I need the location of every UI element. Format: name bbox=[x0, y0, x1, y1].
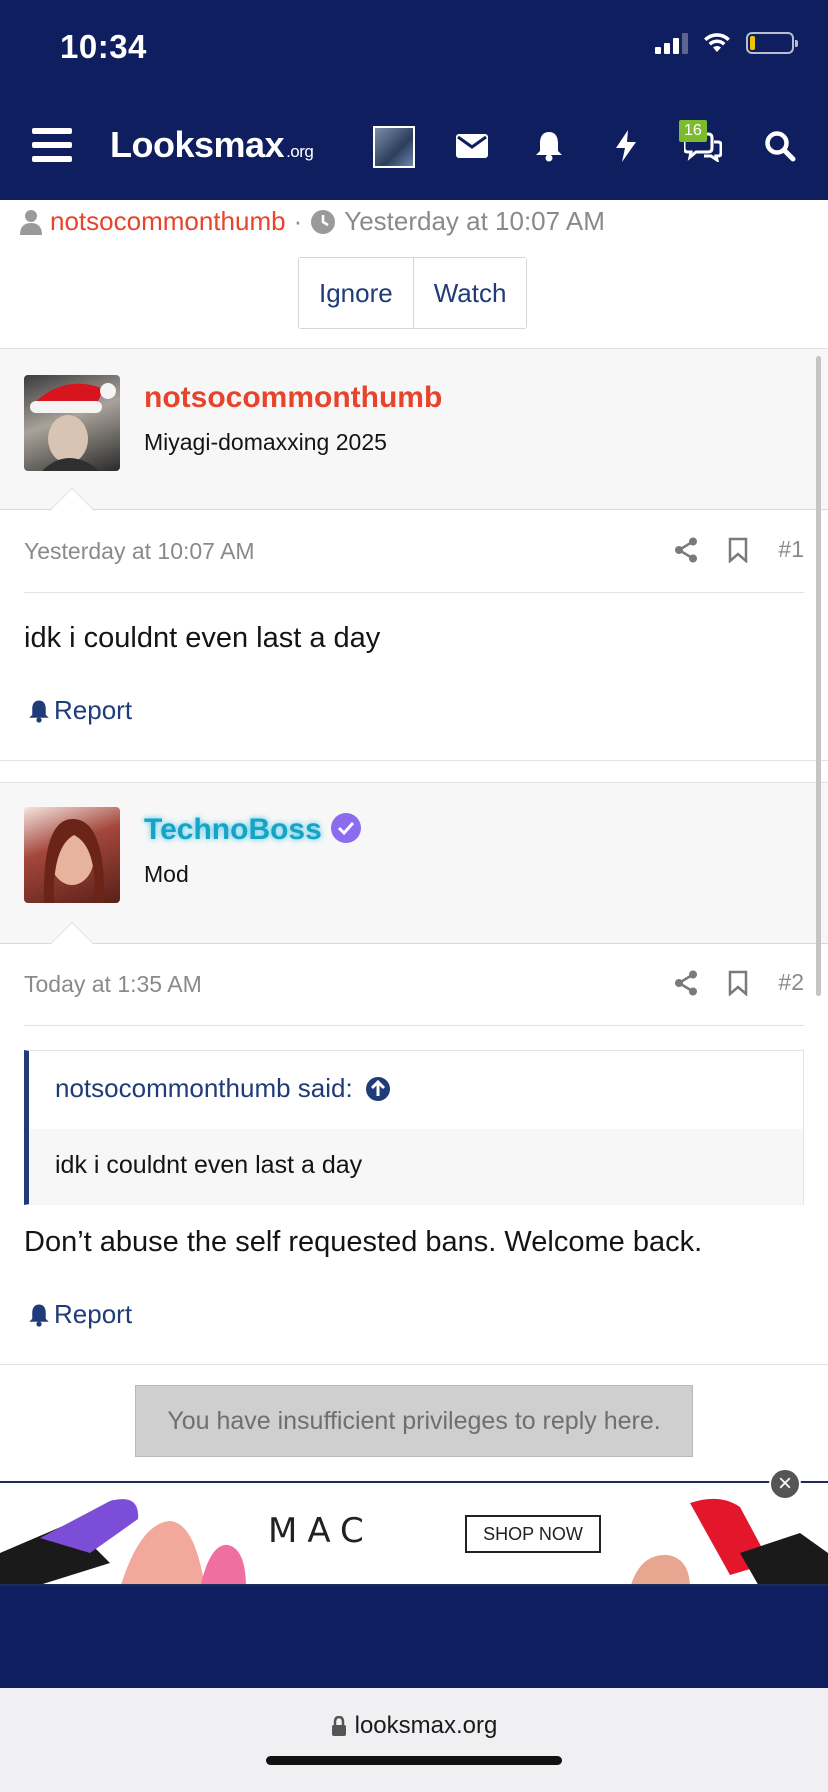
menu-icon[interactable] bbox=[32, 128, 72, 162]
status-icons bbox=[655, 32, 798, 54]
watch-button[interactable]: Watch bbox=[412, 258, 527, 328]
close-ad-icon[interactable]: × bbox=[769, 1468, 801, 1500]
thread-actions: Ignore Watch bbox=[298, 257, 528, 329]
post-pointer bbox=[50, 488, 94, 510]
quote-text: idk i couldnt even last a day bbox=[55, 1151, 363, 1179]
quote-author[interactable]: notsocommonthumb said: bbox=[55, 1073, 353, 1104]
post-user-block: TechnoBoss Mod bbox=[0, 782, 828, 944]
post-divider bbox=[24, 592, 804, 593]
bell-icon bbox=[29, 1304, 49, 1327]
bell-icon[interactable] bbox=[527, 124, 571, 168]
avatar[interactable] bbox=[24, 807, 120, 903]
scrollbar[interactable] bbox=[816, 356, 821, 996]
verified-icon bbox=[331, 813, 361, 843]
url-display[interactable]: looksmax.org bbox=[0, 1712, 828, 1740]
report-label: Report bbox=[54, 695, 133, 725]
post-user-block: notsocommonthumb Miyagi-domaxxing 2025 bbox=[0, 348, 828, 510]
user-title: Mod bbox=[144, 861, 189, 887]
user-title: Miyagi-domaxxing 2025 bbox=[144, 429, 387, 455]
thread-author[interactable]: notsocommonthumb bbox=[50, 206, 286, 237]
home-indicator[interactable] bbox=[266, 1756, 562, 1765]
avatar[interactable] bbox=[24, 375, 120, 471]
user-icon bbox=[20, 209, 42, 235]
share-icon[interactable] bbox=[674, 970, 698, 996]
battery-icon bbox=[746, 32, 798, 54]
conversations-badge: 16 bbox=[679, 120, 707, 142]
footer-area bbox=[0, 1586, 828, 1688]
post-username[interactable]: TechnoBoss bbox=[144, 813, 322, 847]
thread-time[interactable]: Yesterday at 10:07 AM bbox=[344, 206, 605, 237]
bookmark-icon[interactable] bbox=[728, 970, 748, 996]
post-date[interactable]: Yesterday at 10:07 AM bbox=[24, 538, 255, 565]
post-number[interactable]: #2 bbox=[778, 969, 804, 996]
post-date[interactable]: Today at 1:35 AM bbox=[24, 971, 202, 998]
ad-banner[interactable]: MAC SHOP NOW bbox=[0, 1481, 828, 1586]
clock-icon bbox=[311, 209, 336, 234]
report-link[interactable]: Report bbox=[28, 1299, 132, 1330]
bolt-icon[interactable] bbox=[604, 124, 648, 168]
wifi-icon bbox=[704, 33, 730, 52]
lock-icon bbox=[331, 1716, 346, 1736]
site-logo[interactable]: Looksmax .org bbox=[110, 124, 314, 166]
post-username[interactable]: notsocommonthumb bbox=[144, 381, 442, 415]
post-body: idk i couldnt even last a day bbox=[24, 622, 381, 654]
account-avatar[interactable] bbox=[373, 126, 415, 168]
bell-icon bbox=[29, 700, 49, 723]
quote-content: idk i couldnt even last a day bbox=[29, 1129, 803, 1205]
bookmark-icon[interactable] bbox=[728, 537, 748, 563]
meta-separator: · bbox=[293, 206, 303, 236]
reply-privileges-notice: You have insufficient privileges to repl… bbox=[135, 1385, 693, 1457]
report-link[interactable]: Report bbox=[28, 695, 132, 726]
share-icon[interactable] bbox=[674, 537, 698, 563]
status-time: 10:34 bbox=[60, 28, 147, 65]
thread-meta: notsocommonthumb · Yesterday at 10:07 AM bbox=[20, 206, 605, 237]
browser-url-bar[interactable]: looksmax.org bbox=[0, 1688, 828, 1792]
url-text: looksmax.org bbox=[354, 1712, 498, 1739]
post-actions: #2 bbox=[674, 969, 804, 996]
post-body: Don’t abuse the self requested bans. Wel… bbox=[24, 1226, 703, 1258]
quote-header[interactable]: notsocommonthumb said: bbox=[55, 1073, 391, 1104]
report-label: Report bbox=[54, 1299, 133, 1329]
signal-icon bbox=[655, 32, 688, 54]
quote-block: notsocommonthumb said: idk i couldnt eve… bbox=[24, 1050, 804, 1205]
post-separator bbox=[0, 760, 828, 761]
ad-brand: MAC bbox=[268, 1511, 374, 1551]
post-divider bbox=[24, 1025, 804, 1026]
top-bar: 10:34 Looksmax .org 16 bbox=[0, 0, 828, 200]
post-number[interactable]: #1 bbox=[778, 536, 804, 563]
search-icon[interactable] bbox=[758, 124, 802, 168]
arrow-up-circle-icon[interactable] bbox=[365, 1076, 391, 1102]
lipstick-image bbox=[0, 1498, 828, 1584]
post-pointer bbox=[50, 922, 94, 944]
post-separator bbox=[0, 1364, 828, 1365]
mail-icon[interactable] bbox=[450, 124, 494, 168]
post-actions: #1 bbox=[674, 536, 804, 563]
shop-now-button[interactable]: SHOP NOW bbox=[465, 1515, 601, 1553]
ignore-button[interactable]: Ignore bbox=[299, 258, 413, 328]
